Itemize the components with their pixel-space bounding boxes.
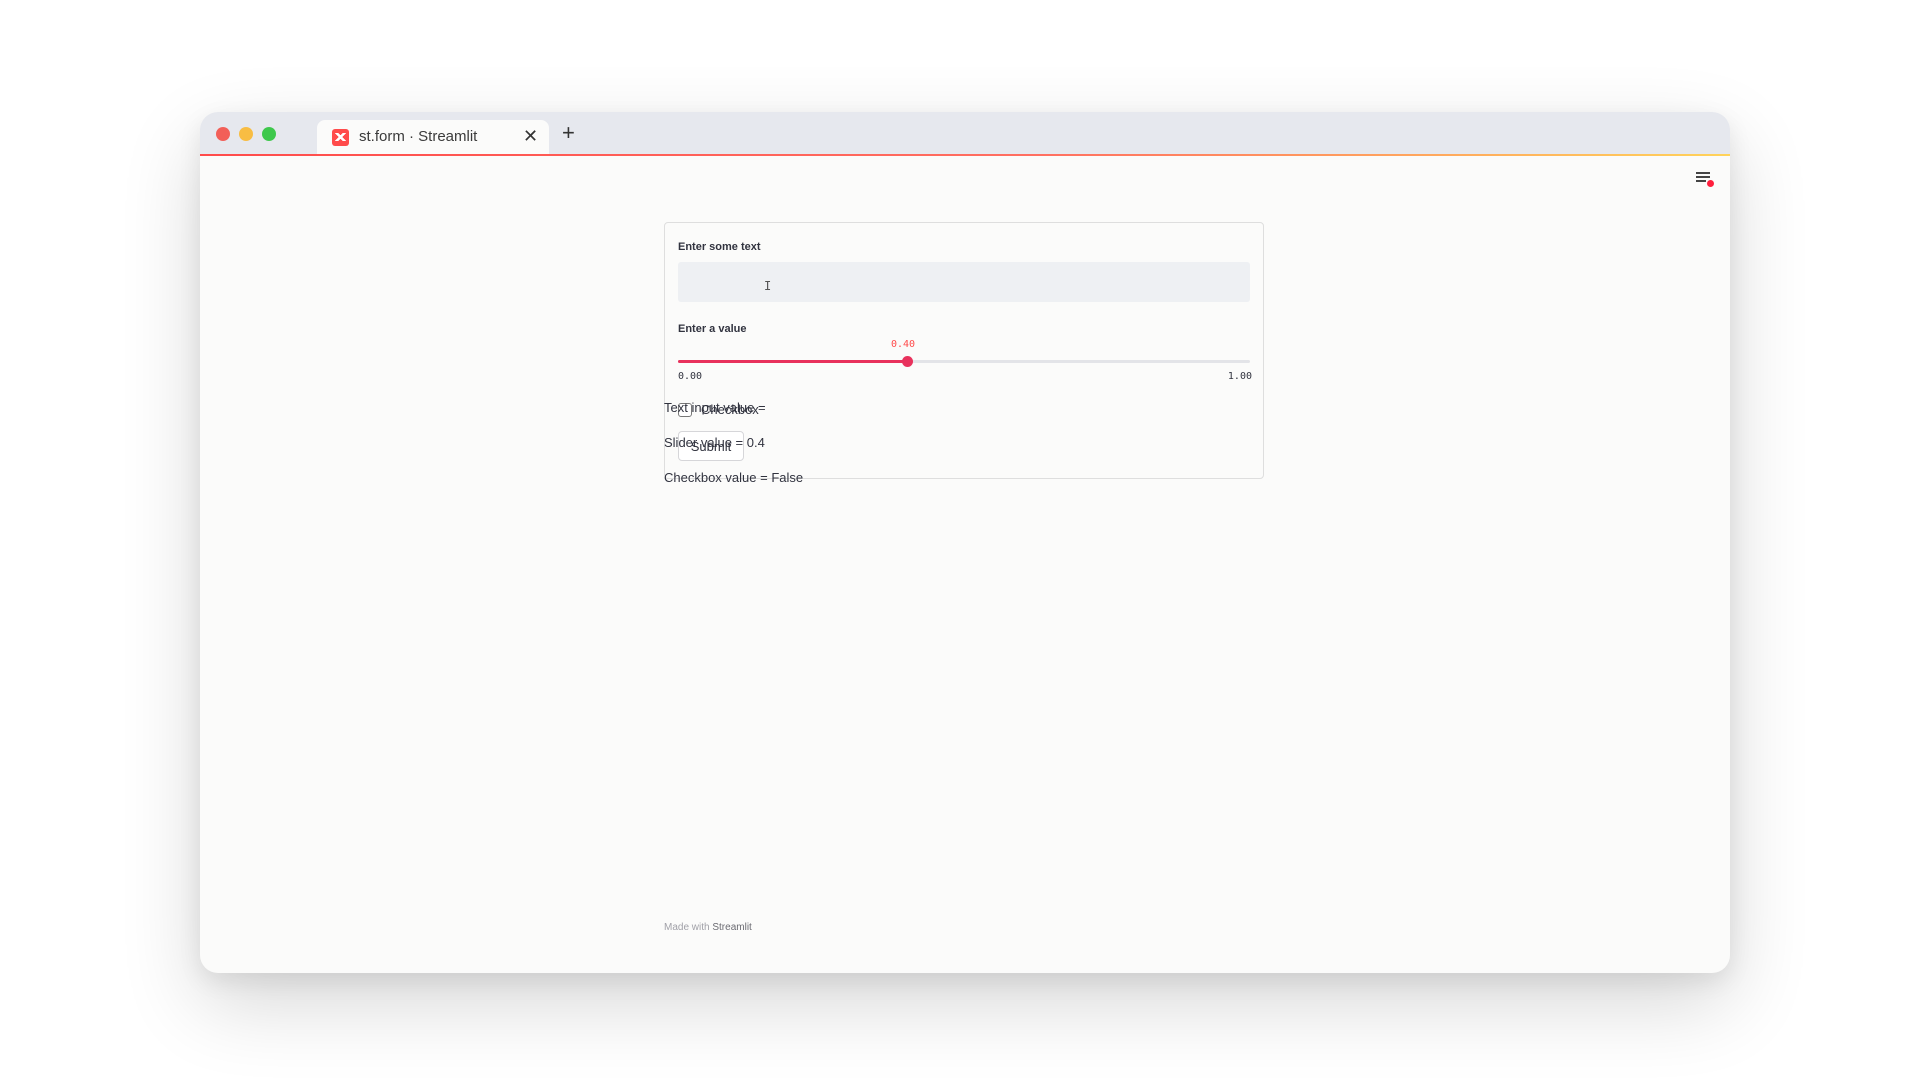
tab-title: st.form · Streamlit (359, 128, 478, 145)
main-menu-hamburger-icon[interactable] (1696, 172, 1714, 187)
footer: Made with Streamlit (664, 922, 752, 933)
text-cursor-icon: I (764, 279, 772, 293)
new-tab-plus-icon[interactable]: + (562, 122, 575, 144)
text-input-value-output: Text input value = (664, 400, 766, 415)
browser-tab[interactable]: st.form · Streamlit ✕ (317, 120, 549, 154)
notification-dot (1707, 180, 1714, 187)
checkbox-value-output: Checkbox value = False (664, 470, 804, 485)
minimize-window-button[interactable] (239, 127, 253, 141)
app-accent-line (200, 154, 1730, 156)
footer-made-with: Made with (664, 922, 710, 933)
slider-value-output: Slider value = 0.4 (664, 435, 765, 450)
text-input-label: Enter some text (678, 241, 761, 253)
slider-min-value: 0.00 (678, 371, 703, 382)
slider-current-value: 0.40 (891, 339, 916, 350)
tab-close-icon[interactable]: ✕ (523, 126, 538, 146)
maximize-window-button[interactable] (262, 127, 276, 141)
slider-thumb[interactable] (901, 356, 913, 367)
browser-window: st.form · Streamlit ✕ + Enter some text … (200, 112, 1730, 973)
slider-track[interactable] (678, 356, 1250, 367)
slider-label: Enter a value (678, 323, 747, 335)
browser-titlebar: st.form · Streamlit ✕ + (200, 112, 1730, 154)
streamlit-favicon-icon (332, 129, 349, 146)
close-window-button[interactable] (216, 127, 230, 141)
slider-max-value: 1.00 (1227, 371, 1252, 382)
footer-streamlit-link[interactable]: Streamlit (712, 922, 751, 933)
slider-fill (678, 360, 907, 363)
